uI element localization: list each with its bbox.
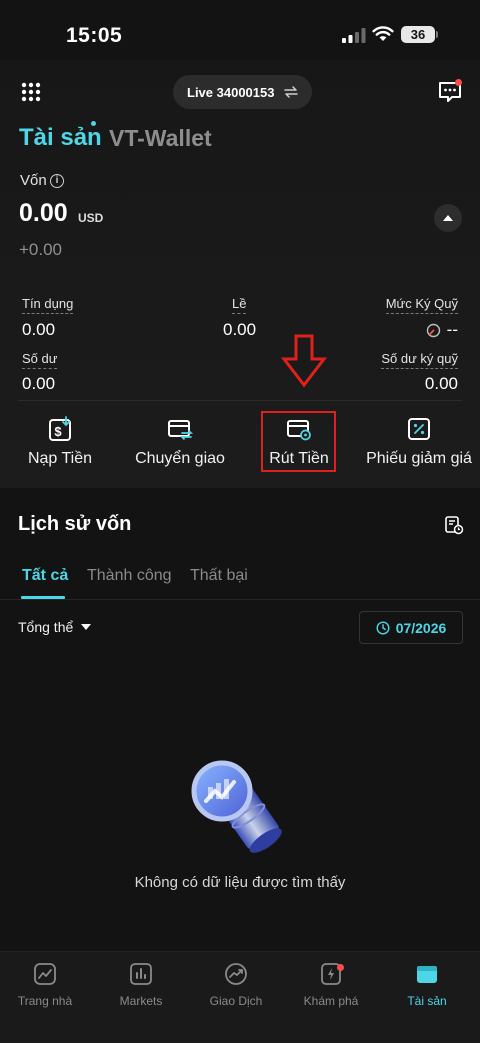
nav-explore[interactable]: Khám phá xyxy=(283,962,379,1008)
nav-markets-label: Markets xyxy=(119,994,163,1008)
tab-failed[interactable]: Thất bại xyxy=(190,567,248,585)
coupon-label: Phiếu giảm giá xyxy=(366,450,472,467)
nav-trade-label: Giao Dịch xyxy=(209,994,263,1008)
capital-pnl: +0.00 xyxy=(19,240,63,259)
stat-margin-balance: Số dư ký quỹ xyxy=(381,350,458,369)
collapse-button[interactable] xyxy=(434,204,462,232)
wallet-icon xyxy=(417,966,437,983)
signal-icon xyxy=(342,28,366,43)
caret-up-icon xyxy=(443,215,453,221)
capital-value: 0.00 xyxy=(19,199,68,227)
nav-home[interactable]: Trang nhà xyxy=(0,962,93,1008)
account-label: Live 34000153 xyxy=(187,84,275,100)
stat-credit-label: Tín dụng xyxy=(22,296,74,314)
home-chart-icon xyxy=(34,963,56,985)
history-title: Lịch sử vốn xyxy=(18,513,132,535)
tab-assets-title[interactable]: Tài sản xyxy=(19,124,102,152)
wifi-icon xyxy=(372,26,394,41)
stat-margin-level-value: -- xyxy=(446,320,458,339)
account-switcher[interactable]: Live 34000153 xyxy=(173,75,313,109)
stat-balance: Số dư xyxy=(22,350,58,369)
nav-assets-label: Tài sản xyxy=(407,994,447,1008)
filter-label: Tổng thể xyxy=(18,619,74,635)
svg-text:$: $ xyxy=(54,424,62,439)
swap-icon xyxy=(284,86,299,98)
clock-icon xyxy=(376,620,390,635)
battery-tip xyxy=(436,31,438,38)
status-time: 15:05 xyxy=(66,24,123,47)
battery-indicator: 36 xyxy=(401,26,435,43)
coupon-button[interactable]: Phiếu giảm giá xyxy=(360,410,478,476)
stat-balance-label: Số dư xyxy=(22,351,58,369)
tab-success[interactable]: Thành công xyxy=(87,567,172,585)
stat-credit-value: 0.00 xyxy=(22,320,56,339)
nav-home-label: Trang nhà xyxy=(17,994,73,1008)
capital-label: Vốn xyxy=(20,172,47,189)
stat-margin-balance-value: 0.00 xyxy=(424,374,458,393)
capital-currency: USD xyxy=(78,211,104,225)
info-icon[interactable]: i xyxy=(50,174,64,188)
transfer-label: Chuyển giao xyxy=(135,450,225,467)
stat-margin-balance-label: Số dư ký quỹ xyxy=(381,351,458,369)
nav-trade[interactable]: Giao Dịch xyxy=(188,962,284,1008)
tab-all[interactable]: Tất cả xyxy=(22,567,68,585)
menu-grid-icon[interactable] xyxy=(21,82,41,102)
date-value: 07/2026 xyxy=(395,619,447,636)
stat-fee: Lề xyxy=(232,295,247,314)
deposit-label: Nạp Tiền xyxy=(27,450,93,467)
stat-margin-level-label: Mức Ký Quỹ xyxy=(385,296,458,314)
stat-margin-level: Mức Ký Quỹ xyxy=(385,295,458,314)
transfer-icon xyxy=(168,420,193,440)
assets-title-dot xyxy=(91,121,96,126)
deposit-icon: $ xyxy=(49,416,71,441)
nav-assets[interactable]: Tài sản xyxy=(379,962,475,1008)
stat-balance-value: 0.00 xyxy=(22,374,56,393)
history-filter-icon[interactable] xyxy=(444,515,464,535)
stat-fee-value: 0.00 xyxy=(223,320,257,339)
divider xyxy=(18,400,462,401)
stat-margin-level-value-row: -- xyxy=(426,320,458,340)
date-picker-button[interactable]: 07/2026 xyxy=(359,611,463,644)
tabs-divider xyxy=(0,599,480,600)
tab-wallet-title[interactable]: VT-Wallet xyxy=(109,125,212,152)
deposit-button[interactable]: $ Nạp Tiền xyxy=(1,410,119,476)
nav-explore-label: Khám phá xyxy=(303,994,359,1008)
markets-icon xyxy=(130,963,152,985)
red-arrow-down-icon xyxy=(280,334,328,388)
withdraw-highlight-box xyxy=(261,411,336,472)
stat-fee-label: Lề xyxy=(232,296,247,314)
transfer-button[interactable]: Chuyển giao xyxy=(121,410,239,476)
coupon-icon xyxy=(408,418,430,440)
gauge-icon xyxy=(426,323,440,337)
explore-notification-dot xyxy=(337,964,344,971)
caret-down-icon xyxy=(81,624,92,630)
empty-search-illustration-icon xyxy=(191,760,282,853)
nav-markets[interactable]: Markets xyxy=(93,962,189,1008)
message-notification-dot xyxy=(455,79,462,86)
stat-credit: Tín dụng xyxy=(22,295,74,314)
overall-filter-dropdown[interactable]: Tổng thể xyxy=(18,619,92,635)
empty-state-message: Không có dữ liệu được tìm thấy xyxy=(134,874,346,891)
trade-icon xyxy=(225,963,247,985)
